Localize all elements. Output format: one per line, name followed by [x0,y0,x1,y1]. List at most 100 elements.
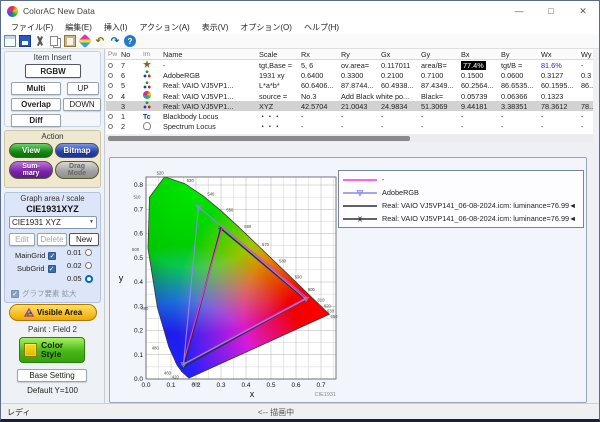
cell: 60.2564... [459,81,499,90]
column-header[interactable]: No [119,50,141,59]
column-header[interactable]: Name [161,50,257,59]
radio-icon [85,249,92,256]
column-header[interactable]: Im [141,51,161,58]
legend-sample [342,214,378,224]
summary-button[interactable]: Sum- mary [9,161,53,179]
svg-text:580: 580 [279,258,287,263]
svg-text:480: 480 [152,345,160,350]
subgrid-checkbox[interactable]: SubGrid✓ [17,264,56,273]
column-header[interactable]: Wy [579,50,593,59]
row-number: 7 [119,61,141,70]
multi-button[interactable]: Multi [11,82,61,95]
cell: - [419,112,459,121]
new-button[interactable]: New [69,233,99,246]
window-title: ColorAC New Data [23,6,95,16]
table-row[interactable]: 5Real: VAIO VJ5VP1...L*a*b*60.6406...87.… [106,81,593,91]
table-row[interactable]: 3Real: VAIO VJ5VP1...XYZ42.570421.004324… [106,101,593,111]
help-icon[interactable]: ? [124,35,136,47]
table-row[interactable]: 7-tgt,Base =5, 6ov.area=0.117011area/B=7… [106,60,593,70]
column-header[interactable]: Scale [257,50,299,59]
cell: L*a*b* [257,81,299,90]
rgbdots-icon [143,81,151,89]
cell: - [339,122,379,131]
grid-radio-0.05[interactable]: 0.05 [67,274,93,283]
save-icon[interactable] [19,35,31,47]
drag-mode-button[interactable]: Drag Mode [55,161,99,179]
svg-text:y: y [119,273,124,283]
visible-area-button[interactable]: Visible Area [9,304,97,321]
row-radio-icon[interactable] [108,124,113,129]
row-radio-icon[interactable] [108,114,113,119]
menu-item[interactable]: アクション(A) [133,22,195,33]
down-button[interactable]: DOWN [63,98,101,111]
table-hscrollbar[interactable] [106,135,593,142]
cell: - [499,112,539,121]
maingrid-checkbox[interactable]: MainGrid✓ [15,251,56,260]
overlap-button[interactable]: Overlap [11,98,61,111]
maximize-button[interactable]: □ [535,1,567,21]
row-radio-icon[interactable] [108,63,113,68]
paste-icon[interactable] [64,35,76,47]
menu-item[interactable]: 表示(V) [196,22,235,33]
column-header[interactable]: Ry [339,50,379,59]
new-icon[interactable] [4,35,16,47]
menu-item[interactable]: ファイル(F) [5,22,59,33]
cell: 0.3127 [539,71,579,80]
bitmap-button[interactable]: Bitmap [55,143,99,158]
cell: 51.3069 [419,102,459,111]
color-brush-icon[interactable] [78,34,92,48]
diff-button[interactable]: Diff [11,114,61,127]
star-icon [143,60,151,68]
edit-button[interactable]: Edit [9,233,35,246]
column-header[interactable]: Gx [379,50,419,59]
menu-item[interactable]: ヘルプ(H) [298,22,345,33]
cell: 0.7100 [419,71,459,80]
svg-text:0.6: 0.6 [134,231,143,238]
table-row[interactable]: 2Spectrum Locus・・・-------- [106,122,593,132]
rgbw-button[interactable]: RGBW [25,64,81,78]
column-header[interactable]: Pw [106,51,119,58]
row-radio-icon[interactable] [108,83,113,88]
chromaticity-plot[interactable]: 4004204604804905005105205305405505605705… [112,160,352,400]
column-header[interactable]: By [499,50,539,59]
undo-icon[interactable]: ↶ [94,35,106,47]
cut-icon[interactable] [34,35,46,47]
menu-item[interactable]: 編集(E) [59,22,98,33]
status-bar: レディ <-- 描画中 [1,403,599,420]
legend-label: AdobeRGB [382,188,419,197]
up-button[interactable]: UP [67,82,99,95]
grid-radio-0.02[interactable]: 0.02 [67,261,92,270]
scale-dropdown[interactable]: CIE1931 XYZ ▼ [9,216,97,229]
menu-item[interactable]: オプション(O) [234,22,298,33]
grid-radio-0.01[interactable]: 0.01 [67,248,92,257]
redo-icon[interactable]: ↷ [109,35,121,47]
row-radio-icon[interactable] [108,73,113,78]
row-number: 5 [119,81,141,90]
column-header[interactable]: Rx [299,50,339,59]
rgbdots-icon [143,101,151,109]
hscrollbar-thumb[interactable] [108,136,410,141]
minimize-button[interactable]: — [503,1,535,21]
rgbdots-icon [143,70,151,78]
table-row[interactable]: 6AdobeRGB1931 xy0.64000.33000.21000.7100… [106,70,593,80]
delete-button[interactable]: Delete [37,233,67,246]
table-row[interactable]: 1TcBlackbody Locus・・・-------- [106,111,593,121]
app-logo-icon [7,6,18,17]
row-number: 3 [119,102,141,111]
cell: Real: VAIO VJ5VP1... [161,102,257,111]
table-row[interactable]: 4Real: VAIO VJ5VP1...source =No.3Add Bla… [106,91,593,101]
graph-zoom-checkbox[interactable]: ✓グラフ要素 拡大 [11,288,77,299]
row-radio-icon[interactable] [108,94,113,99]
view-button[interactable]: View [9,143,53,158]
menu-item[interactable]: 挿入(I) [98,22,134,33]
color-style-button[interactable]: ColorStyle [19,337,85,363]
column-header[interactable]: Bx [459,50,499,59]
copy-icon[interactable] [49,35,61,47]
base-setting-button[interactable]: Base Setting [17,369,87,382]
column-header[interactable]: Gy [419,50,459,59]
title-bar: ColorAC New Data — □ ✕ [1,1,599,21]
cell: XYZ [257,102,299,111]
close-button[interactable]: ✕ [567,1,599,21]
column-header[interactable]: Wx [539,50,579,59]
scale-dropdown-value: CIE1931 XYZ [12,218,61,227]
